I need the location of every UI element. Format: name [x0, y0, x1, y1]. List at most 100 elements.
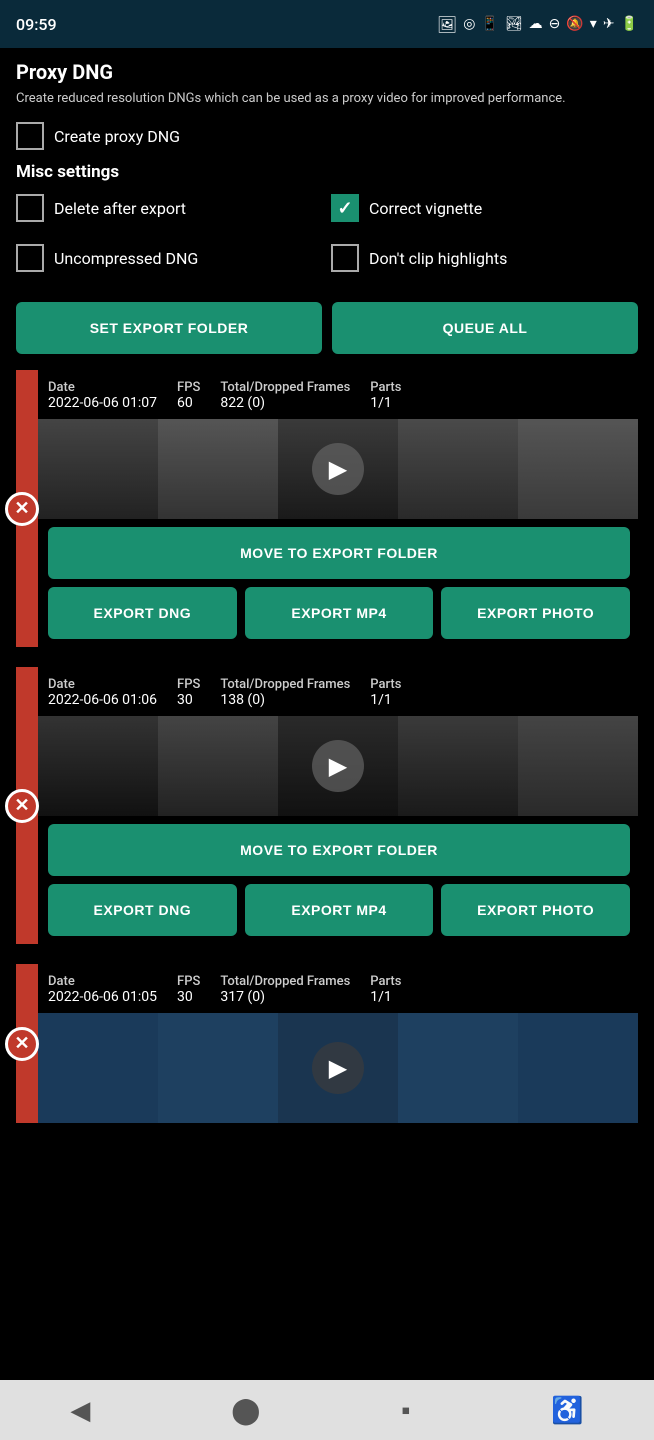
card-inner-3: Date 2022-06-06 01:05 FPS 30 Total/Dropp… [38, 964, 638, 1123]
cloud-icon: ☁ [529, 16, 543, 32]
frames-label-3: Total/Dropped Frames [220, 974, 350, 989]
parts-value-1: 1/1 [370, 395, 401, 411]
frames-value-3: 317 (0) [220, 989, 350, 1005]
proxy-dng-checkbox[interactable] [16, 122, 44, 150]
wifi-icon: ▾ [590, 16, 597, 32]
card-inner-1: Date 2022-06-06 01:07 FPS 60 Total/Dropp… [38, 370, 638, 647]
dont-clip-highlights-row[interactable]: Don't clip highlights [331, 244, 638, 272]
dont-clip-highlights-checkbox[interactable] [331, 244, 359, 272]
recording-card-2: ✕ Date 2022-06-06 01:06 FPS 30 Total/Dro… [16, 667, 638, 944]
home-nav-button[interactable]: ⬤ [231, 1395, 260, 1426]
date-value-1: 2022-06-06 01:07 [48, 395, 157, 411]
export-photo-2-button[interactable]: EXPORT PHOTO [441, 884, 630, 936]
main-action-buttons: SET EXPORT FOLDER QUEUE ALL [16, 302, 638, 354]
set-export-folder-button[interactable]: SET EXPORT FOLDER [16, 302, 322, 354]
bell-off-icon: 🔕 [566, 16, 583, 32]
export-mp4-1-button[interactable]: EXPORT MP4 [245, 587, 434, 639]
card-actions-1: MOVE TO EXPORT FOLDER EXPORT DNG EXPORT … [38, 519, 638, 647]
card-inner-2: Date 2022-06-06 01:06 FPS 30 Total/Dropp… [38, 667, 638, 944]
export-buttons-2: EXPORT DNG EXPORT MP4 EXPORT PHOTO [48, 884, 630, 936]
recent-nav-button[interactable]: ▪ [401, 1395, 410, 1426]
fps-label-1: FPS [177, 380, 200, 395]
status-bar: 09:59 🖼 ◎ 📱 🏞 ☁ ⊖ 🔕 ▾ ✈ 🔋 [0, 0, 654, 48]
export-dng-1-button[interactable]: EXPORT DNG [48, 587, 237, 639]
export-dng-2-button[interactable]: EXPORT DNG [48, 884, 237, 936]
frames-value-2: 138 (0) [220, 692, 350, 708]
fps-value-2: 30 [177, 692, 200, 708]
correct-vignette-checkbox[interactable] [331, 194, 359, 222]
page-description: Create reduced resolution DNGs which can… [16, 90, 638, 108]
delete-after-export-row[interactable]: Delete after export [16, 194, 323, 222]
queue-all-button[interactable]: QUEUE ALL [332, 302, 638, 354]
misc-settings-title: Misc settings [16, 162, 638, 182]
fps-value-1: 60 [177, 395, 200, 411]
proxy-dng-label: Create proxy DNG [54, 127, 180, 146]
delete-after-export-checkbox[interactable] [16, 194, 44, 222]
fps-col-3: FPS 30 [177, 974, 200, 1005]
fps-col-2: FPS 30 [177, 677, 200, 708]
fps-value-3: 30 [177, 989, 200, 1005]
uncompressed-dng-row[interactable]: Uncompressed DNG [16, 244, 323, 272]
minus-circle-icon: ⊖ [549, 16, 561, 32]
parts-col-3: Parts 1/1 [370, 974, 401, 1005]
bottom-nav: ◀ ⬤ ▪ ♿ [0, 1380, 654, 1440]
delete-recording-3-button[interactable]: ✕ [5, 1027, 39, 1061]
move-to-export-1-button[interactable]: MOVE TO EXPORT FOLDER [48, 527, 630, 579]
frames-label-2: Total/Dropped Frames [220, 677, 350, 692]
parts-value-2: 1/1 [370, 692, 401, 708]
date-col-3: Date 2022-06-06 01:05 [48, 974, 157, 1005]
airplane-icon: ✈ [603, 16, 615, 32]
card-header-3: Date 2022-06-06 01:05 FPS 30 Total/Dropp… [38, 964, 638, 1013]
accessibility-nav-button[interactable]: ♿ [551, 1395, 583, 1426]
frames-col-2: Total/Dropped Frames 138 (0) [220, 677, 350, 708]
date-label-3: Date [48, 974, 157, 989]
parts-label-1: Parts [370, 380, 401, 395]
card-header-1: Date 2022-06-06 01:07 FPS 60 Total/Dropp… [38, 370, 638, 419]
image-icon: 🏞 [505, 16, 523, 32]
export-mp4-2-button[interactable]: EXPORT MP4 [245, 884, 434, 936]
status-icons: 🖼 ◎ 📱 🏞 ☁ ⊖ 🔕 ▾ ✈ 🔋 [437, 15, 638, 34]
main-content: Proxy DNG Create reduced resolution DNGs… [0, 48, 654, 1225]
recording-card-1: ✕ Date 2022-06-06 01:07 FPS 60 Total/Dro… [16, 370, 638, 647]
delete-recording-2-button[interactable]: ✕ [5, 789, 39, 823]
battery-icon: 🔋 [621, 16, 638, 32]
delete-after-export-label: Delete after export [54, 199, 186, 218]
date-label-1: Date [48, 380, 157, 395]
date-label-2: Date [48, 677, 157, 692]
date-col-1: Date 2022-06-06 01:07 [48, 380, 157, 411]
frames-col-1: Total/Dropped Frames 822 (0) [220, 380, 350, 411]
fps-label-3: FPS [177, 974, 200, 989]
delete-recording-1-button[interactable]: ✕ [5, 492, 39, 526]
parts-value-3: 1/1 [370, 989, 401, 1005]
play-button-2[interactable]: ▶ [312, 740, 364, 792]
proxy-dng-row[interactable]: Create proxy DNG [16, 122, 638, 150]
circle-icon: ◎ [463, 16, 475, 32]
correct-vignette-label: Correct vignette [369, 199, 482, 218]
page-title: Proxy DNG [16, 60, 638, 84]
export-photo-1-button[interactable]: EXPORT PHOTO [441, 587, 630, 639]
recording-card-3: ✕ Date 2022-06-06 01:05 FPS 30 Total/Dro… [16, 964, 638, 1123]
back-nav-button[interactable]: ◀ [70, 1395, 90, 1426]
frames-value-1: 822 (0) [220, 395, 350, 411]
play-button-1[interactable]: ▶ [312, 443, 364, 495]
uncompressed-dng-label: Uncompressed DNG [54, 249, 198, 268]
move-to-export-2-button[interactable]: MOVE TO EXPORT FOLDER [48, 824, 630, 876]
date-value-2: 2022-06-06 01:06 [48, 692, 157, 708]
card-header-2: Date 2022-06-06 01:06 FPS 30 Total/Dropp… [38, 667, 638, 716]
date-value-3: 2022-06-06 01:05 [48, 989, 157, 1005]
uncompressed-dng-checkbox[interactable] [16, 244, 44, 272]
thumbnail-1[interactable]: ▶ [38, 419, 638, 519]
play-button-3[interactable]: ▶ [312, 1042, 364, 1094]
frames-col-3: Total/Dropped Frames 317 (0) [220, 974, 350, 1005]
thumbnail-2[interactable]: ▶ [38, 716, 638, 816]
parts-col-2: Parts 1/1 [370, 677, 401, 708]
misc-settings-grid: Delete after export Correct vignette Unc… [16, 194, 638, 284]
thumbnail-3[interactable]: ▶ [38, 1013, 638, 1123]
card-actions-2: MOVE TO EXPORT FOLDER EXPORT DNG EXPORT … [38, 816, 638, 944]
fps-label-2: FPS [177, 677, 200, 692]
parts-label-2: Parts [370, 677, 401, 692]
frames-label-1: Total/Dropped Frames [220, 380, 350, 395]
parts-label-3: Parts [370, 974, 401, 989]
correct-vignette-row[interactable]: Correct vignette [331, 194, 638, 222]
export-buttons-1: EXPORT DNG EXPORT MP4 EXPORT PHOTO [48, 587, 630, 639]
